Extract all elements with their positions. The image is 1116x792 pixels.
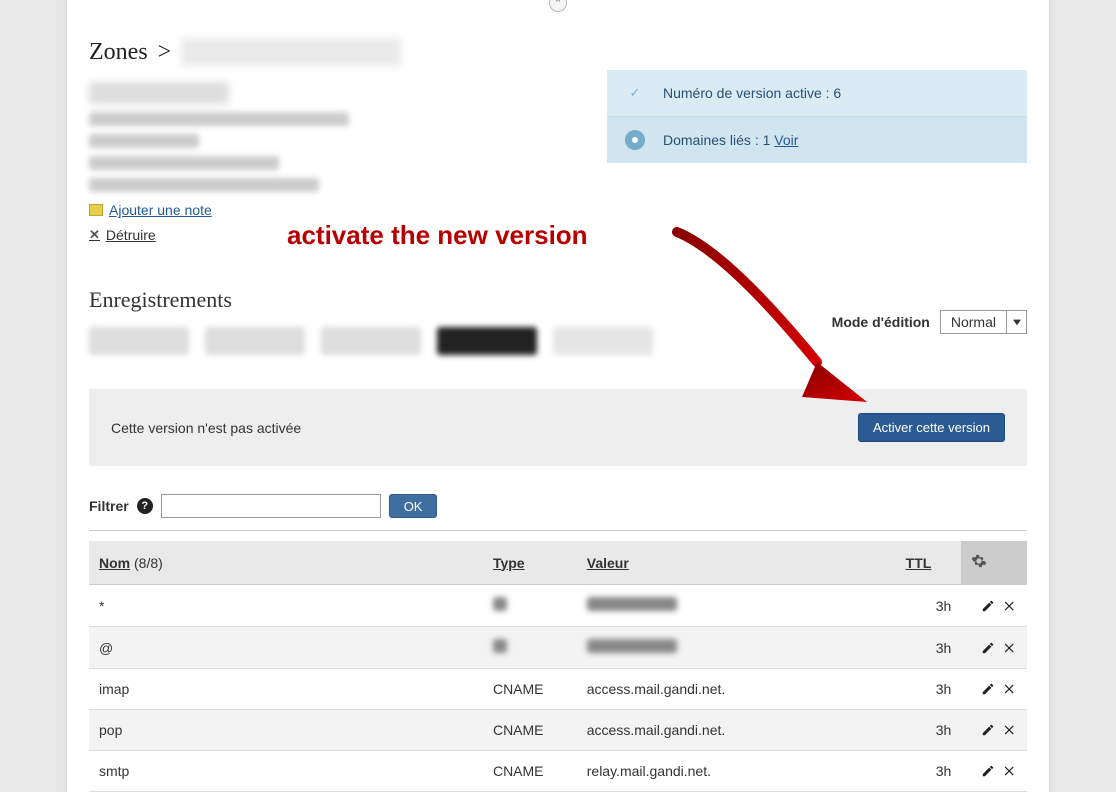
cell-valeur: relay.mail.gandi.net. (577, 751, 896, 792)
destroy-label: Détruire (106, 227, 156, 243)
cell-type: CNAME (483, 751, 577, 792)
dot-icon (625, 130, 645, 150)
cell-ttl: 3h (896, 627, 962, 669)
records-table: Nom (8/8) Type Valeur TTL *3h@3himapCNAM… (89, 541, 1027, 792)
activation-banner-text: Cette version n'est pas activée (111, 420, 301, 436)
cell-actions (961, 669, 1027, 710)
check-icon: ✓ (625, 83, 645, 103)
cell-type: CNAME (483, 710, 577, 751)
cell-valeur: access.mail.gandi.net. (577, 669, 896, 710)
active-version-text: Numéro de version active : 6 (663, 85, 841, 101)
th-valeur[interactable]: Valeur (577, 541, 896, 585)
version-tab[interactable] (205, 327, 305, 355)
cell-actions (961, 710, 1027, 751)
cell-actions (961, 627, 1027, 669)
breadcrumb-root[interactable]: Zones (89, 39, 148, 66)
version-tab[interactable] (89, 327, 189, 355)
version-tab-active[interactable] (437, 327, 537, 355)
edit-icon[interactable] (981, 764, 995, 778)
linked-domains-text: Domaines liés : 1 Voir (663, 132, 798, 148)
filter-row: Filtrer ? OK (89, 494, 1027, 531)
cell-type (483, 585, 577, 627)
breadcrumb-separator: > (158, 39, 172, 66)
delete-icon[interactable] (1003, 599, 1017, 613)
table-row: popCNAMEaccess.mail.gandi.net.3h (89, 710, 1027, 751)
cell-nom: smtp (89, 751, 483, 792)
edit-mode-select[interactable]: Normal (940, 310, 1027, 334)
cell-nom: pop (89, 710, 483, 751)
chevron-down-icon[interactable] (1006, 310, 1026, 334)
edit-icon[interactable] (981, 641, 995, 655)
version-tab[interactable] (321, 327, 421, 355)
activation-banner: Cette version n'est pas activée Activer … (89, 389, 1027, 466)
cell-valeur (577, 585, 896, 627)
table-row: @3h (89, 627, 1027, 669)
info-header (89, 82, 229, 104)
th-settings[interactable] (961, 541, 1027, 585)
breadcrumb-zone-name (181, 38, 401, 66)
filter-input[interactable] (161, 494, 381, 518)
th-ttl[interactable]: TTL (896, 541, 962, 585)
edit-icon[interactable] (981, 682, 995, 696)
active-version-row: ✓ Numéro de version active : 6 (607, 70, 1027, 116)
linked-domains-row: Domaines liés : 1 Voir (607, 116, 1027, 163)
version-tab[interactable] (553, 327, 653, 355)
cell-actions (961, 585, 1027, 627)
delete-icon[interactable] (1003, 682, 1017, 696)
cell-nom: imap (89, 669, 483, 710)
gear-icon (971, 553, 987, 569)
cell-ttl: 3h (896, 669, 962, 710)
th-type[interactable]: Type (483, 541, 577, 585)
cell-valeur: access.mail.gandi.net. (577, 710, 896, 751)
delete-icon[interactable] (1003, 641, 1017, 655)
cell-valeur (577, 627, 896, 669)
add-note-link[interactable]: Ajouter une note (89, 202, 212, 218)
edit-mode-label: Mode d'édition (832, 314, 930, 330)
cell-type (483, 627, 577, 669)
table-row: smtpCNAMErelay.mail.gandi.net.3h (89, 751, 1027, 792)
edit-mode-value: Normal (941, 314, 1006, 330)
filter-label: Filtrer (89, 498, 129, 514)
edit-icon[interactable] (981, 723, 995, 737)
cell-ttl: 3h (896, 710, 962, 751)
cell-type: CNAME (483, 669, 577, 710)
linked-domains-link[interactable]: Voir (774, 132, 798, 148)
table-row: * 3h (89, 585, 1027, 627)
help-icon[interactable]: ? (137, 498, 153, 514)
note-icon (89, 204, 103, 216)
breadcrumb: Zones > (89, 38, 1027, 66)
table-row: imapCNAMEaccess.mail.gandi.net.3h (89, 669, 1027, 710)
delete-icon[interactable] (1003, 764, 1017, 778)
cell-ttl: 3h (896, 751, 962, 792)
cell-ttl: 3h (896, 585, 962, 627)
activate-version-button[interactable]: Activer cette version (858, 413, 1005, 442)
close-icon: ✕ (89, 227, 100, 243)
delete-icon[interactable] (1003, 723, 1017, 737)
th-nom[interactable]: Nom (8/8) (89, 541, 483, 585)
filter-ok-button[interactable]: OK (389, 494, 438, 518)
edit-icon[interactable] (981, 599, 995, 613)
destroy-link[interactable]: ✕ Détruire (89, 227, 156, 243)
edit-mode-control: Mode d'édition Normal (832, 310, 1027, 334)
cell-actions (961, 751, 1027, 792)
add-note-label: Ajouter une note (109, 202, 212, 218)
info-panel: ✓ Numéro de version active : 6 Domaines … (607, 70, 1027, 163)
cell-nom: @ (89, 627, 483, 669)
cell-nom: * (89, 585, 483, 627)
